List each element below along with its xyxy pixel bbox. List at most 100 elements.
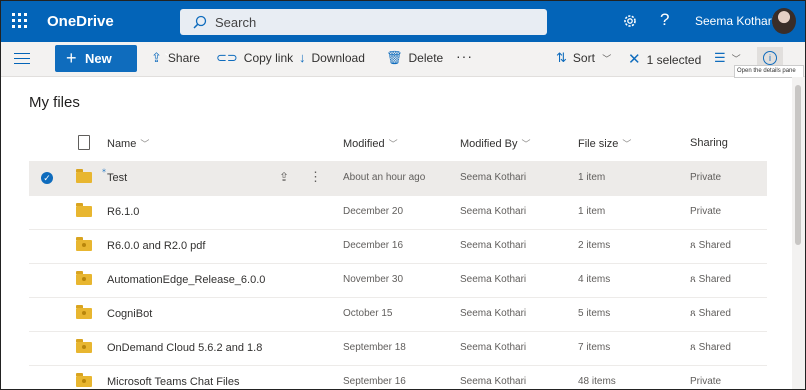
download-label: Download <box>311 51 365 65</box>
sort-button[interactable]: ⇅ Sort ﹀ <box>556 50 611 66</box>
chevron-down-icon: ﹀ <box>731 54 741 64</box>
chevron-down-icon: ﹀ <box>521 139 531 149</box>
column-header-sharing[interactable]: Sharing <box>690 137 728 149</box>
folder-icon <box>76 169 92 183</box>
file-name[interactable]: AutomationEdge_Release_6.0.0 <box>107 274 265 286</box>
people-icon: ጸ <box>690 274 699 285</box>
shared-folder-icon <box>76 339 92 353</box>
selected-count-button[interactable]: ✕ 1 selected <box>628 50 701 68</box>
more-commands-button[interactable]: ··· <box>456 48 473 64</box>
modified-date: December 16 <box>343 240 404 251</box>
close-icon: ✕ <box>628 51 641 68</box>
shared-folder-icon <box>76 237 92 251</box>
table-row[interactable]: Microsoft Teams Chat Files September 16 … <box>29 365 767 389</box>
table-row[interactable]: AutomationEdge_Release_6.0.0 November 30… <box>29 263 767 298</box>
column-header-file-size[interactable]: File size ﹀ <box>578 137 631 150</box>
file-name[interactable]: CogniBot <box>107 308 152 320</box>
column-header-modified-by-label: Modified By <box>460 138 518 150</box>
modified-by: Seema Kothari <box>460 172 527 183</box>
chevron-down-icon: ﹀ <box>622 139 632 149</box>
file-type-icon[interactable] <box>78 135 90 150</box>
selected-count-label: 1 selected <box>646 53 702 67</box>
delete-label: Delete <box>408 51 444 65</box>
column-header-name-label: Name <box>107 138 137 150</box>
help-icon[interactable]: ? <box>660 10 669 30</box>
modified-date: September 16 <box>343 376 406 387</box>
file-name[interactable]: R6.1.0 <box>107 206 139 218</box>
modified-date: December 20 <box>343 206 404 217</box>
modified-by: Seema Kothari <box>460 274 527 285</box>
vertical-scrollbar[interactable] <box>792 77 805 389</box>
table-row[interactable]: R6.0.0 and R2.0 pdf December 16 Seema Ko… <box>29 229 767 264</box>
file-size: 1 item <box>578 206 606 217</box>
suite-bar: OneDrive Search ? Seema Kothari <box>1 1 805 42</box>
copy-link-button[interactable]: ⊂⊃ Copy link <box>216 50 293 66</box>
sharing-label: Shared <box>698 240 731 251</box>
download-icon: ↓ <box>299 50 306 65</box>
file-size: 4 items <box>578 274 611 285</box>
share-icon[interactable]: ⇪ <box>279 170 289 184</box>
file-size: 7 items <box>578 342 611 353</box>
sharing-status: ጸ Shared <box>690 274 731 285</box>
column-header-modified-by[interactable]: Modified By ﹀ <box>460 137 531 150</box>
new-button[interactable]: + New ﹀ <box>55 45 175 72</box>
table-row[interactable]: ✓ ⁎ Test ⇪ ⋮ About an hour ago Seema Kot… <box>29 161 767 196</box>
file-name[interactable]: Test <box>107 172 127 184</box>
app-name[interactable]: OneDrive <box>47 13 114 30</box>
file-name[interactable]: R6.0.0 and R2.0 pdf <box>107 240 205 252</box>
file-name[interactable]: OnDemand Cloud 5.6.2 and 1.8 <box>107 342 262 354</box>
modified-by: Seema Kothari <box>460 206 527 217</box>
copy-link-label: Copy link <box>243 51 294 65</box>
table-row[interactable]: CogniBot October 15 Seema Kothari 5 item… <box>29 297 767 332</box>
file-name[interactable]: Microsoft Teams Chat Files <box>107 376 239 388</box>
modified-by: Seema Kothari <box>460 342 527 353</box>
people-icon: ጸ <box>690 308 699 319</box>
app-launcher-icon[interactable] <box>11 11 31 31</box>
modified-date: November 30 <box>343 274 404 285</box>
file-size: 5 items <box>578 308 611 319</box>
file-size: 1 item <box>578 172 606 183</box>
new-button-label: New <box>85 51 112 66</box>
search-box[interactable]: Search <box>180 9 547 35</box>
column-header-file-size-label: File size <box>578 138 619 150</box>
sharing-status: ጸ Shared <box>690 308 731 319</box>
info-icon: i <box>763 51 777 65</box>
view-options-button[interactable]: ☰ ﹀ <box>714 50 741 66</box>
download-button[interactable]: ↓ Download <box>299 50 365 65</box>
gear-icon[interactable] <box>622 13 638 29</box>
avatar[interactable] <box>772 8 796 34</box>
user-name[interactable]: Seema Kothari <box>695 14 774 28</box>
onedrive-window: OneDrive Search ? Seema Kothari + New ﹀ … <box>0 0 806 390</box>
chevron-down-icon: ﹀ <box>140 139 150 149</box>
sharing-label: Shared <box>698 308 731 319</box>
hamburger-menu-icon[interactable] <box>14 53 30 65</box>
table-row[interactable]: OnDemand Cloud 5.6.2 and 1.8 September 1… <box>29 331 767 366</box>
folder-icon <box>76 203 92 217</box>
share-button[interactable]: ⇪ Share <box>151 50 200 66</box>
sort-label: Sort <box>572 51 595 65</box>
modified-date: About an hour ago <box>343 172 426 183</box>
column-header-name[interactable]: Name ﹀ <box>107 137 149 150</box>
modified-date: September 18 <box>343 342 406 353</box>
shared-folder-icon <box>76 373 92 387</box>
delete-button[interactable]: 🗑 Delete <box>386 50 443 66</box>
shared-folder-icon <box>76 271 92 285</box>
sharing-status: ጸ Shared <box>690 240 731 251</box>
people-icon: ጸ <box>690 240 699 251</box>
modified-date: October 15 <box>343 308 393 319</box>
sort-icon: ⇅ <box>556 50 567 65</box>
people-icon: ጸ <box>690 342 699 353</box>
file-size: 2 items <box>578 240 611 251</box>
table-row[interactable]: R6.1.0 December 20 Seema Kothari 1 item … <box>29 195 767 230</box>
search-placeholder: Search <box>215 15 257 30</box>
chevron-down-icon: ﹀ <box>388 139 398 149</box>
column-header-modified[interactable]: Modified ﹀ <box>343 137 398 150</box>
command-bar: + New ﹀ ⇪ Share ⊂⊃ Copy link ↓ Download 🗑 De… <box>1 42 805 77</box>
scrollbar-thumb[interactable] <box>795 85 801 245</box>
checkmark-icon[interactable]: ✓ <box>41 172 53 184</box>
modified-by: Seema Kothari <box>460 240 527 251</box>
more-options-icon[interactable]: ⋮ <box>309 169 322 185</box>
share-icon: ⇪ <box>151 50 162 65</box>
share-label: Share <box>167 51 200 65</box>
shared-folder-icon <box>76 305 92 319</box>
